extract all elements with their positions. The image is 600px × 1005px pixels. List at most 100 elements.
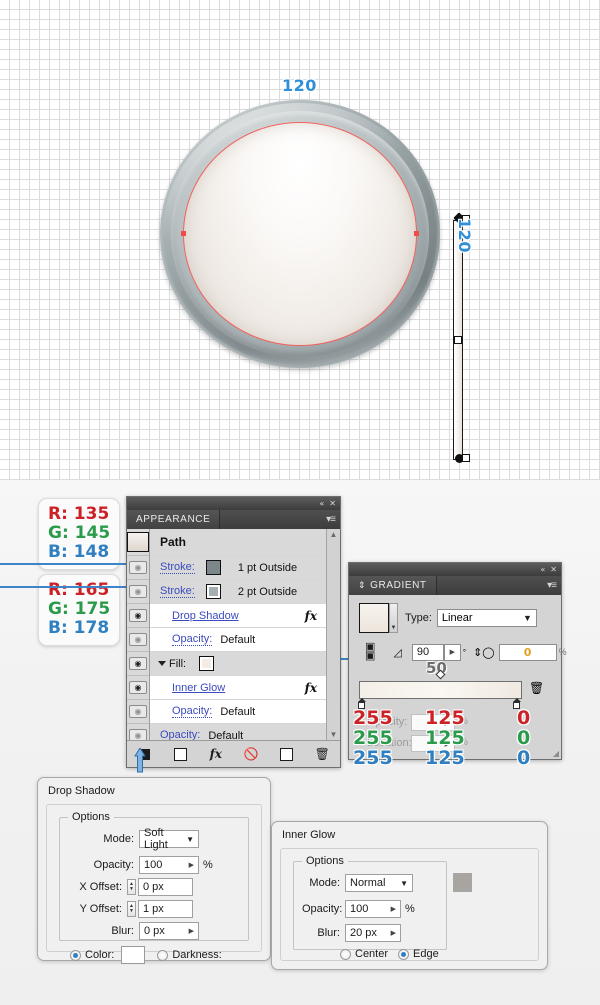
blur-input[interactable]: 20 px ▶ xyxy=(345,924,401,942)
reverse-gradient-icon[interactable]: ▣ ▣ xyxy=(365,642,375,662)
dimension-label-height: 120 xyxy=(454,218,474,253)
collapse-icon[interactable]: « xyxy=(319,499,324,508)
gradient-panel[interactable]: « ✕ ⇕ GRADIENT ▾≡ ▼ Type: Linear ▼ ▣▣ ◿ xyxy=(348,562,567,769)
gradient-slider-strip[interactable] xyxy=(359,681,522,699)
chevron-down-icon[interactable] xyxy=(158,661,166,666)
blur-input[interactable]: 0 px ▶ xyxy=(139,922,199,940)
visibility-toggle-dropshadow[interactable]: ◉ xyxy=(127,604,149,628)
appearance-row-stroke1[interactable]: Stroke: 1 pt Outside xyxy=(150,556,326,580)
fill-color-swatch[interactable] xyxy=(199,656,215,671)
appearance-body: ◉ ◉ ◉ ◉ ◉ ◉ ◉ ◉ Path Stroke: 1 pt Outsid… xyxy=(127,529,340,748)
appearance-row-stroke2[interactable]: Stroke: 2 pt Outside xyxy=(150,580,326,604)
tab-appearance[interactable]: APPEARANCE xyxy=(127,510,221,529)
x-offset-input[interactable]: 0 px xyxy=(138,878,193,896)
drop-shadow-label[interactable]: Drop Shadow xyxy=(172,610,239,622)
gradient-aspect-value: 0 xyxy=(523,645,532,659)
gradient-angle-dropdown[interactable]: ▶ xyxy=(443,643,461,661)
stroke-label[interactable]: Stroke: xyxy=(160,585,195,598)
visibility-toggle-opacity2[interactable]: ◉ xyxy=(127,700,149,724)
opacity-label[interactable]: Opacity: xyxy=(172,705,213,718)
tab-gradient[interactable]: ⇕ GRADIENT xyxy=(349,576,437,595)
center-label: Center xyxy=(355,948,389,960)
appearance-row-drop-shadow[interactable]: Drop Shadow fx xyxy=(150,604,326,628)
y-offset-label: Y Offset: xyxy=(79,903,122,915)
appearance-footer-toolbar[interactable]: fx 🚫 🗑 xyxy=(127,740,340,767)
opacity-input[interactable]: 100 ▶ xyxy=(139,856,199,874)
visibility-toggle-innerglow[interactable]: ◉ xyxy=(127,676,149,700)
appearance-row-inner-glow[interactable]: Inner Glow fx xyxy=(150,676,326,700)
shadow-color-chip[interactable] xyxy=(121,946,146,964)
fx-icon[interactable]: fx xyxy=(305,609,317,623)
panel-menu-icon[interactable]: ▾≡ xyxy=(326,514,336,525)
stroke-color-swatch[interactable] xyxy=(205,560,221,575)
scroll-up-icon[interactable]: ▲ xyxy=(327,529,340,541)
delete-stop-icon[interactable]: 🗑 xyxy=(529,681,544,695)
opacity-value: 100 xyxy=(144,859,163,871)
dial-artwork[interactable] xyxy=(160,100,470,463)
delete-item-icon[interactable]: 🗑 xyxy=(305,747,341,761)
appearance-scrollbar[interactable]: ▲ ▼ xyxy=(326,529,340,741)
collapse-icon[interactable]: « xyxy=(540,565,545,574)
inner-glow-dialog[interactable]: Inner Glow Options Mode: Normal ▼ Opacit… xyxy=(271,821,548,970)
type-label: Type: xyxy=(405,612,432,624)
fill-label[interactable]: Fill: xyxy=(169,658,186,670)
fx-icon[interactable]: fx xyxy=(305,681,317,695)
appearance-titlebar[interactable]: « ✕ xyxy=(127,497,340,510)
x-offset-spinner[interactable]: ▲ ▼ xyxy=(127,879,136,895)
path-center-handle[interactable] xyxy=(454,336,462,344)
y-offset-input[interactable]: 1 px xyxy=(138,900,193,918)
anchor-point-left[interactable] xyxy=(181,231,186,236)
anchor-point-right[interactable] xyxy=(414,231,419,236)
close-icon[interactable]: ✕ xyxy=(329,499,336,508)
visibility-toggle-stroke2[interactable]: ◉ xyxy=(127,580,149,604)
rgb-red-value: R: 135 xyxy=(48,504,110,524)
eye-icon: ◉ xyxy=(129,609,147,622)
path-handle-bottom[interactable] xyxy=(462,454,470,462)
appearance-panel[interactable]: « ✕ APPEARANCE ▾≡ ◉ ◉ ◉ ◉ ◉ ◉ ◉ ◉ Path S… xyxy=(126,496,341,768)
visibility-toggle-opacity1[interactable]: ◉ xyxy=(127,628,149,652)
gradient-type-select[interactable]: Linear ▼ xyxy=(436,609,537,627)
opacity-unit: % xyxy=(203,859,213,871)
opacity-label[interactable]: Opacity: xyxy=(172,633,213,646)
stroke-label[interactable]: Stroke: xyxy=(160,561,195,574)
close-icon[interactable]: ✕ xyxy=(550,565,557,574)
opacity-input[interactable]: 100 ▶ xyxy=(345,900,401,918)
center-radio[interactable] xyxy=(340,948,351,960)
blend-mode-select[interactable]: Soft Light ▼ xyxy=(139,827,199,851)
gradient-presets-dropdown[interactable]: ▼ xyxy=(389,603,398,633)
darkness-radio[interactable] xyxy=(157,949,169,961)
gradient-tabstrip[interactable]: ⇕ GRADIENT ▾≡ xyxy=(349,576,561,595)
blend-mode-value: Soft Light xyxy=(144,827,168,851)
opacity-label: Opacity: xyxy=(302,903,343,915)
inner-glow-label[interactable]: Inner Glow xyxy=(172,682,225,694)
glow-color-chip[interactable] xyxy=(453,873,472,892)
add-new-fill-icon[interactable] xyxy=(163,747,199,761)
stroke-color-swatch[interactable] xyxy=(205,584,221,599)
edge-radio[interactable] xyxy=(398,948,410,960)
gradient-titlebar[interactable]: « ✕ xyxy=(349,563,561,576)
tab-gradient-label: GRADIENT xyxy=(370,580,427,591)
gradient-preview-swatch[interactable] xyxy=(359,603,389,633)
appearance-tabstrip[interactable]: APPEARANCE ▾≡ xyxy=(127,510,340,529)
appearance-row-list: Path Stroke: 1 pt Outside Stroke: 2 pt O… xyxy=(150,529,326,748)
blend-mode-select[interactable]: Normal ▼ xyxy=(345,874,413,892)
color-radio[interactable] xyxy=(70,949,81,961)
add-new-effect-icon[interactable]: fx xyxy=(198,747,234,761)
chevron-right-icon: ▶ xyxy=(390,906,396,913)
chevron-right-icon: ▶ xyxy=(188,862,194,869)
panel-resize-grip[interactable]: ◢ xyxy=(553,749,559,758)
gradient-angle-input[interactable]: 90 xyxy=(411,643,444,661)
visibility-toggle-stroke1[interactable]: ◉ xyxy=(127,556,149,580)
clear-appearance-icon[interactable]: 🚫 xyxy=(234,747,270,761)
appearance-row-opacity-2[interactable]: Opacity: Default xyxy=(150,700,326,724)
mode-label: Mode: xyxy=(309,877,340,889)
visibility-toggle-fill[interactable]: ◉ xyxy=(127,652,149,676)
appearance-object-row[interactable]: Path xyxy=(150,529,326,556)
duplicate-item-icon[interactable] xyxy=(269,747,305,761)
gradient-aspect-input[interactable]: 0 xyxy=(498,643,557,661)
appearance-row-fill[interactable]: Fill: xyxy=(150,652,326,676)
drop-shadow-dialog[interactable]: Drop Shadow Options Mode: Soft Light ▼ O… xyxy=(37,777,271,964)
y-offset-spinner[interactable]: ▲ ▼ xyxy=(127,901,136,917)
panel-menu-icon[interactable]: ▾≡ xyxy=(547,580,557,591)
appearance-row-opacity-1[interactable]: Opacity: Default xyxy=(150,628,326,652)
